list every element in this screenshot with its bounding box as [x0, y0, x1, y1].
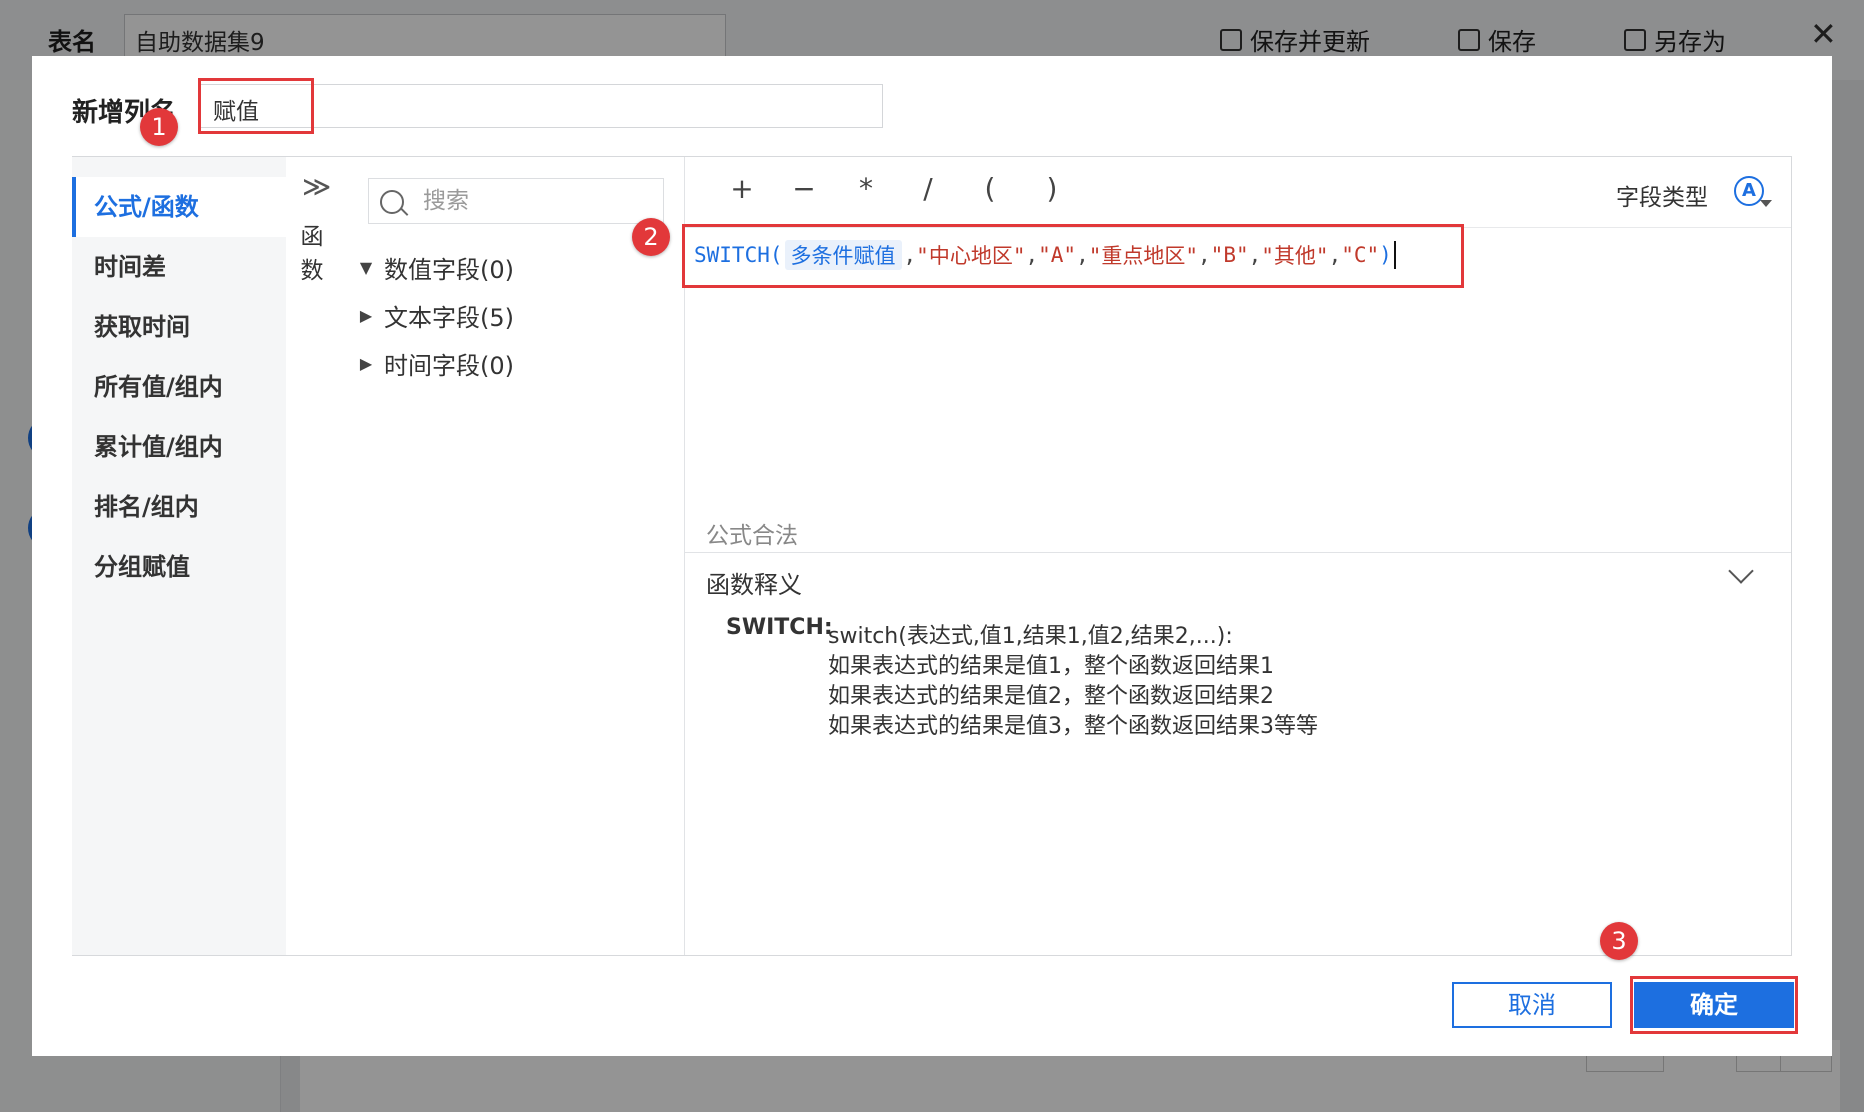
step-badge-3: 3	[1600, 922, 1638, 960]
definition-line: 如果表达式的结果是值1，整个函数返回结果1	[828, 654, 1274, 679]
minus-operator-button[interactable]: −	[784, 172, 824, 205]
tree-item-time-fields[interactable]: ▶ 时间字段(0)	[356, 346, 514, 381]
nav-item-group-assign[interactable]: 分组赋值	[72, 537, 286, 597]
divide-operator-button[interactable]: /	[908, 172, 948, 205]
field-search-input[interactable]: 搜索	[368, 178, 664, 224]
close-paren-button[interactable]: )	[1032, 172, 1072, 205]
expand-functions-icon[interactable]: ≫	[302, 170, 331, 203]
nav-item-time-diff[interactable]: 时间差	[72, 237, 286, 297]
step-badge-2: 2	[632, 218, 670, 256]
open-paren-button[interactable]: (	[970, 172, 1010, 205]
callout-box-3	[1630, 976, 1798, 1034]
caret-down-icon: ▼	[359, 258, 373, 277]
nav-item-formula-function[interactable]: 公式/函数	[72, 177, 286, 237]
nav-item-cumulative[interactable]: 累计值/组内	[72, 417, 286, 477]
callout-box-1	[198, 78, 314, 134]
tree-item-text-fields[interactable]: ▶ 文本字段(5)	[356, 298, 514, 333]
formula-type-nav: 公式/函数 时间差 获取时间 所有值/组内 累计值/组内 排名/组内 分组赋值	[72, 157, 286, 955]
definition-line: 如果表达式的结果是值2，整个函数返回结果2	[828, 684, 1274, 709]
tree-item-label: 文本字段(5)	[384, 304, 514, 332]
cancel-button[interactable]: 取消	[1452, 982, 1612, 1028]
divider	[685, 552, 1791, 553]
chevron-down-icon[interactable]	[1760, 200, 1772, 207]
functions-toggle-label[interactable]: 函数	[300, 220, 324, 288]
plus-operator-button[interactable]: +	[722, 172, 762, 205]
multiply-operator-button[interactable]: *	[846, 172, 886, 205]
formula-validity-status: 公式合法	[706, 523, 798, 549]
nav-item-get-time[interactable]: 获取时间	[72, 297, 286, 357]
nav-item-all-values[interactable]: 所有值/组内	[72, 357, 286, 417]
tree-item-label: 时间字段(0)	[384, 352, 514, 380]
tree-item-numeric-fields[interactable]: ▼ 数值字段(0)	[356, 250, 514, 285]
function-definition-title: 函数释义	[706, 571, 802, 599]
definition-line: 如果表达式的结果是值3，整个函数返回结果3等等	[828, 714, 1318, 739]
field-type-label: 字段类型	[1616, 185, 1708, 211]
nav-item-rank[interactable]: 排名/组内	[72, 477, 286, 537]
caret-right-icon: ▶	[359, 306, 373, 325]
tree-item-label: 数值字段(0)	[384, 256, 514, 284]
definition-function-name: SWITCH:	[726, 615, 833, 640]
callout-box-2	[682, 224, 1464, 288]
definition-signature: switch(表达式,值1,结果1,值2,结果2,...):	[828, 624, 1233, 649]
caret-right-icon: ▶	[359, 354, 373, 373]
step-badge-1: 1	[140, 108, 178, 146]
search-icon	[380, 190, 404, 214]
